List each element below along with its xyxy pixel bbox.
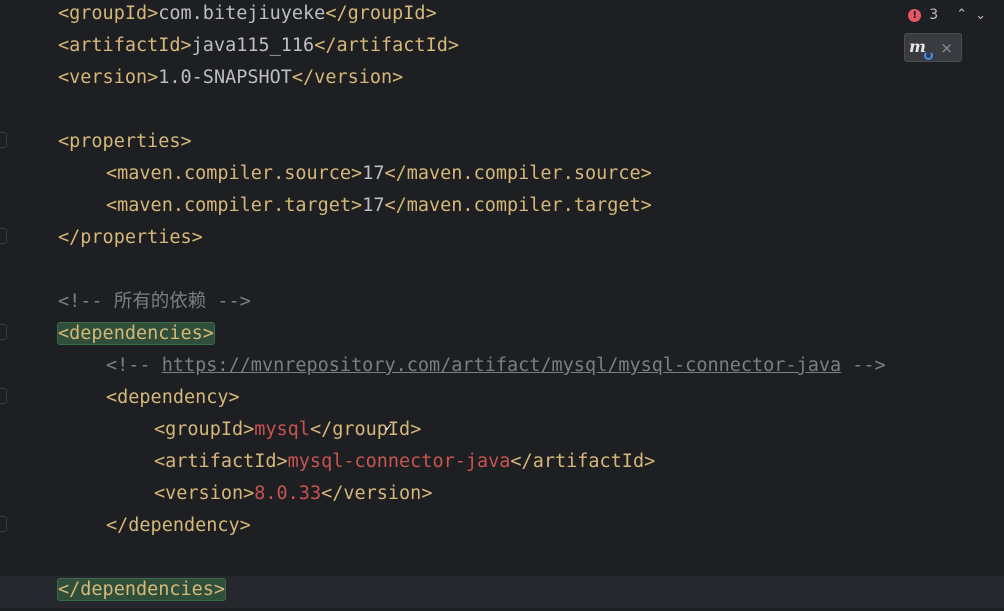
fold-marker[interactable]: [0, 228, 7, 244]
xml-value: mysql: [254, 419, 310, 440]
xml-open-tag: <groupId>: [58, 3, 159, 24]
xml-comment-end: -->: [841, 355, 886, 376]
xml-close-tag: </dependency>: [106, 515, 251, 536]
code-line[interactable]: <dependency>: [106, 384, 240, 416]
code-line[interactable]: <groupId>mysql</groupId>: [154, 416, 421, 448]
code-line[interactable]: </dependency>: [106, 512, 251, 544]
code-line[interactable]: <maven.compiler.target>17</maven.compile…: [106, 192, 652, 224]
xml-close-tag: </groupId>: [309, 419, 422, 440]
xml-close-tag-highlighted: </dependencies>: [56, 578, 227, 601]
xml-close-tag: </artifactId>: [510, 451, 656, 472]
code-line[interactable]: <!-- https://mvnrepository.com/artifact/…: [106, 352, 886, 384]
fold-marker[interactable]: [0, 324, 7, 340]
xml-close-tag: </version>: [291, 67, 404, 88]
sync-icon: [924, 50, 933, 60]
editor-gutter: [0, 0, 14, 611]
xml-close-tag: </version>: [321, 483, 433, 504]
xml-close-tag: </properties>: [58, 227, 203, 248]
xml-open-tag: <maven.compiler.source>: [106, 163, 363, 184]
chevron-up-icon[interactable]: ⌃: [956, 7, 967, 22]
maven-reload-icon[interactable]: m: [909, 36, 933, 60]
error-count: 3: [929, 7, 939, 23]
xml-open-tag: <groupId>: [154, 419, 255, 440]
code-line[interactable]: <maven.compiler.source>17</maven.compile…: [106, 160, 652, 192]
code-line[interactable]: </properties>: [58, 224, 203, 256]
code-line[interactable]: <version>1.0-SNAPSHOT</version>: [58, 64, 403, 96]
code-line-current[interactable]: </dependencies>: [0, 576, 1004, 608]
xml-text: com.bitejiuyeke: [158, 3, 326, 24]
xml-open-tag: <dependency>: [106, 387, 240, 408]
fold-marker[interactable]: [0, 388, 7, 404]
xml-comment-start: <!--: [106, 355, 162, 376]
xml-open-tag: <artifactId>: [154, 451, 288, 472]
code-line[interactable]: <dependencies>: [57, 320, 215, 352]
inspection-status[interactable]: ! 3 ⌃ ⌄: [908, 4, 986, 26]
xml-open-tag: <version>: [58, 67, 159, 88]
xml-text: 17: [362, 195, 385, 216]
xml-close-tag: </maven.compiler.source>: [384, 163, 652, 184]
mouse-cursor-icon: ✓: [384, 421, 394, 434]
maven-reload-popup[interactable]: m ×: [904, 33, 962, 62]
xml-open-tag-highlighted: <dependencies>: [57, 322, 215, 345]
xml-open-tag: <version>: [154, 483, 255, 504]
error-circle-icon: !: [908, 8, 922, 22]
fold-marker[interactable]: [0, 132, 7, 148]
code-line[interactable]: <artifactId>java115_116</artifactId>: [58, 32, 459, 64]
code-line[interactable]: <artifactId>mysql-connector-java</artifa…: [154, 448, 655, 480]
xml-value: 8.0.33: [254, 483, 322, 504]
code-line[interactable]: <!-- 所有的依赖 -->: [58, 288, 251, 320]
xml-value: mysql-connector-java: [287, 451, 511, 472]
fold-marker[interactable]: [0, 516, 7, 532]
xml-text: java115_116: [191, 35, 315, 56]
xml-close-tag: </maven.compiler.target>: [384, 195, 652, 216]
xml-close-tag: </groupId>: [325, 3, 437, 24]
xml-open-tag: <artifactId>: [58, 35, 192, 56]
comment-url-link[interactable]: https://mvnrepository.com/artifact/mysql…: [162, 355, 841, 376]
xml-text: 1.0-SNAPSHOT: [158, 67, 292, 88]
xml-close-tag: </artifactId>: [314, 35, 459, 56]
maven-icon-letter: m: [909, 36, 926, 56]
code-line[interactable]: <groupId>com.bitejiuyeke</groupId>: [58, 0, 437, 32]
close-icon[interactable]: ×: [940, 39, 953, 57]
code-editor[interactable]: <groupId>com.bitejiuyeke</groupId> <arti…: [0, 0, 1004, 611]
xml-comment: <!-- 所有的依赖 -->: [58, 291, 251, 312]
xml-open-tag: <maven.compiler.target>: [106, 195, 363, 216]
xml-text: 17: [362, 163, 385, 184]
chevron-down-icon[interactable]: ⌄: [975, 8, 986, 23]
code-line[interactable]: <version>8.0.33</version>: [154, 480, 432, 512]
code-line[interactable]: <properties>: [58, 128, 192, 160]
xml-open-tag: <properties>: [58, 131, 192, 152]
